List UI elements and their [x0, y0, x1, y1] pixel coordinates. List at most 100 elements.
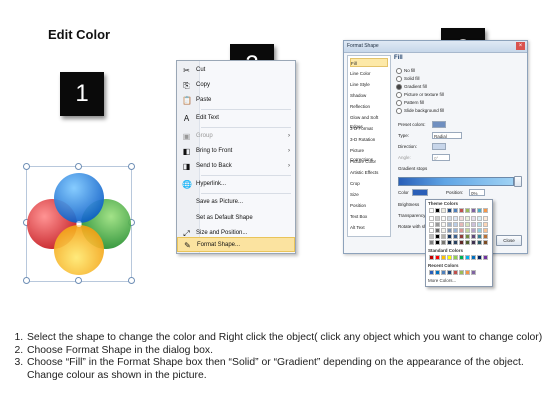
- theme-color-swatch[interactable]: [435, 240, 440, 245]
- theme-color-swatch[interactable]: [477, 228, 482, 233]
- theme-color-swatch[interactable]: [441, 216, 446, 221]
- theme-color-swatch[interactable]: [447, 222, 452, 227]
- category-line-color[interactable]: Line Color: [350, 69, 388, 78]
- theme-color-swatch[interactable]: [441, 234, 446, 239]
- theme-color-swatch[interactable]: [465, 216, 470, 221]
- category-size[interactable]: Size: [350, 190, 388, 199]
- theme-color-swatch[interactable]: [465, 234, 470, 239]
- standard-color-swatch[interactable]: [447, 255, 452, 260]
- theme-color-swatch[interactable]: [465, 228, 470, 233]
- theme-color-swatch[interactable]: [471, 228, 476, 233]
- menu-item-cut[interactable]: ✂ Cut: [177, 63, 295, 78]
- theme-color-swatch[interactable]: [459, 228, 464, 233]
- theme-color-swatch[interactable]: [483, 222, 488, 227]
- blue-circle[interactable]: [54, 173, 104, 223]
- category-alt-text[interactable]: Alt Text: [350, 223, 388, 232]
- theme-color-swatch[interactable]: [429, 228, 434, 233]
- theme-color-swatch[interactable]: [483, 216, 488, 221]
- theme-color-swatch[interactable]: [435, 208, 440, 213]
- category-position[interactable]: Position: [350, 201, 388, 210]
- color-picker-button[interactable]: [412, 189, 428, 196]
- theme-color-swatch[interactable]: [459, 222, 464, 227]
- theme-color-swatch[interactable]: [483, 240, 488, 245]
- theme-color-swatch[interactable]: [471, 216, 476, 221]
- standard-color-swatch[interactable]: [453, 255, 458, 260]
- theme-color-swatch[interactable]: [459, 234, 464, 239]
- dialog-titlebar[interactable]: Format Shape ×: [344, 41, 527, 53]
- theme-color-swatch[interactable]: [435, 234, 440, 239]
- theme-color-swatch[interactable]: [435, 216, 440, 221]
- recent-color-swatch[interactable]: [441, 270, 446, 275]
- no-fill-radio[interactable]: No fill: [396, 67, 415, 74]
- theme-color-swatch[interactable]: [471, 234, 476, 239]
- theme-color-swatch[interactable]: [429, 216, 434, 221]
- position-input[interactable]: 0%: [469, 189, 485, 196]
- standard-color-swatch[interactable]: [435, 255, 440, 260]
- standard-color-swatch[interactable]: [477, 255, 482, 260]
- standard-color-swatch[interactable]: [429, 255, 434, 260]
- theme-color-swatch[interactable]: [465, 222, 470, 227]
- theme-color-swatch[interactable]: [429, 208, 434, 213]
- recent-color-swatch[interactable]: [471, 270, 476, 275]
- theme-color-swatch[interactable]: [435, 222, 440, 227]
- theme-color-swatch[interactable]: [441, 222, 446, 227]
- theme-color-swatch[interactable]: [447, 234, 452, 239]
- theme-color-swatch[interactable]: [441, 228, 446, 233]
- category-picture-color[interactable]: Picture Color: [350, 157, 388, 166]
- category-3d-format[interactable]: 3-D Format: [350, 124, 388, 133]
- category-reflection[interactable]: Reflection: [350, 102, 388, 111]
- theme-color-swatch[interactable]: [471, 240, 476, 245]
- standard-color-swatch[interactable]: [465, 255, 470, 260]
- theme-color-swatch[interactable]: [447, 208, 452, 213]
- category-text-box[interactable]: Text Box: [350, 212, 388, 221]
- close-button[interactable]: Close: [496, 235, 522, 246]
- category-crop[interactable]: Crop: [350, 179, 388, 188]
- menu-item-group[interactable]: ▣ Group ›: [177, 129, 295, 144]
- menu-item-set-default-shape[interactable]: Set as Default Shape: [177, 211, 295, 226]
- theme-color-swatch[interactable]: [477, 240, 482, 245]
- menu-item-send-to-back[interactable]: ◨ Send to Back ›: [177, 159, 295, 174]
- theme-color-swatch[interactable]: [453, 228, 458, 233]
- theme-color-swatch[interactable]: [477, 208, 482, 213]
- category-fill[interactable]: Fill: [350, 58, 388, 67]
- standard-color-swatch[interactable]: [459, 255, 464, 260]
- recent-color-swatch[interactable]: [459, 270, 464, 275]
- gradient-stops-bar[interactable]: [398, 177, 514, 186]
- theme-color-swatch[interactable]: [447, 216, 452, 221]
- theme-color-swatch[interactable]: [465, 208, 470, 213]
- recent-color-swatch[interactable]: [435, 270, 440, 275]
- menu-item-bring-to-front[interactable]: ◧ Bring to Front ›: [177, 144, 295, 159]
- theme-color-swatch[interactable]: [459, 216, 464, 221]
- theme-color-swatch[interactable]: [435, 228, 440, 233]
- recent-color-swatch[interactable]: [429, 270, 434, 275]
- theme-color-swatch[interactable]: [429, 240, 434, 245]
- type-select[interactable]: Radial: [432, 132, 462, 139]
- menu-item-edit-text[interactable]: A Edit Text: [177, 111, 295, 126]
- theme-color-swatch[interactable]: [453, 208, 458, 213]
- category-shadow[interactable]: Shadow: [350, 91, 388, 100]
- theme-color-swatch[interactable]: [459, 208, 464, 213]
- theme-color-swatch[interactable]: [447, 240, 452, 245]
- category-glow[interactable]: Glow and Soft Edges: [350, 113, 388, 129]
- recent-color-swatch[interactable]: [447, 270, 452, 275]
- yellow-circle[interactable]: [54, 225, 104, 275]
- solid-fill-radio[interactable]: Solid fill: [396, 75, 420, 82]
- theme-color-swatch[interactable]: [459, 240, 464, 245]
- recent-color-swatch[interactable]: [465, 270, 470, 275]
- slide-background-fill-radio[interactable]: Slide background fill: [396, 107, 444, 114]
- theme-color-swatch[interactable]: [477, 222, 482, 227]
- category-picture-corrections[interactable]: Picture Corrections: [350, 146, 388, 162]
- theme-color-swatch[interactable]: [447, 228, 452, 233]
- preset-colors-dropdown[interactable]: [432, 121, 446, 128]
- menu-item-hyperlink[interactable]: 🌐 Hyperlink...: [177, 177, 295, 192]
- theme-color-swatch[interactable]: [483, 234, 488, 239]
- direction-dropdown[interactable]: [432, 143, 446, 150]
- category-3d-rotation[interactable]: 3-D Rotation: [350, 135, 388, 144]
- picture-fill-radio[interactable]: Picture or texture fill: [396, 91, 444, 98]
- four-circle-shape[interactable]: [26, 166, 132, 282]
- standard-color-swatch[interactable]: [441, 255, 446, 260]
- theme-color-swatch[interactable]: [453, 216, 458, 221]
- theme-color-swatch[interactable]: [453, 234, 458, 239]
- standard-color-swatch[interactable]: [483, 255, 488, 260]
- theme-color-swatch[interactable]: [453, 240, 458, 245]
